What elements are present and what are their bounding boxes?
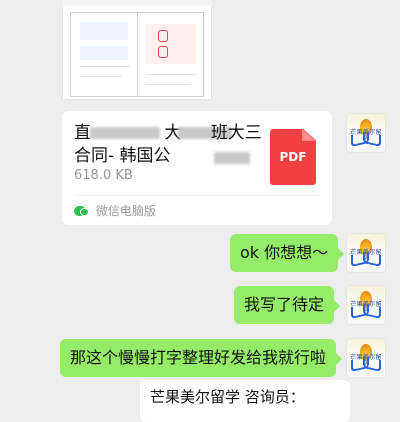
message-text: 芒果美尔留学 咨询员：: [150, 388, 305, 406]
book-right-icon: [363, 131, 381, 147]
thumbnail-line: [70, 96, 204, 97]
message-text: ok 你想想～: [240, 243, 329, 262]
chat-bubble-partial[interactable]: 芒果美尔留学 咨询员：: [140, 380, 350, 422]
pdf-file-message[interactable]: 直 大 班大三 合同- 韩国公 618.0 KB PDF 微信电脑版: [62, 111, 332, 225]
file-title-line1-part3: 班大三: [210, 123, 262, 143]
avatar[interactable]: 芒果美尔留学: [346, 113, 386, 153]
chat-bubble[interactable]: 那这个慢慢打字整理好发给我就行啦: [60, 339, 343, 377]
document-thumbnail[interactable]: [62, 0, 212, 100]
file-title-line1-part1: 直: [74, 123, 91, 143]
thumbnail-cell: [80, 22, 128, 40]
redaction-block: [214, 152, 250, 164]
chat-bubble[interactable]: ok 你想想～: [230, 234, 345, 272]
thumbnail-line: [80, 66, 130, 67]
thumbnail-line: [137, 12, 138, 96]
thumbnail-line: [146, 74, 196, 75]
thumbnail-line: [146, 84, 190, 85]
thumbnail-line: [70, 12, 71, 96]
thumbnail-cell: [146, 24, 196, 64]
file-source-label: 微信电脑版: [95, 204, 156, 218]
avatar[interactable]: 芒果美尔留学: [346, 338, 386, 378]
thumbnail-cell: [80, 46, 128, 60]
book-right-icon: [363, 356, 381, 372]
thumbnail-line: [80, 76, 122, 77]
thumbnail-mark: [158, 46, 168, 58]
file-card-divider: [74, 195, 320, 196]
file-title: 直 大 班大三 合同- 韩国公: [74, 122, 274, 168]
pdf-label: PDF: [279, 150, 307, 164]
file-title-line2-part2: 韩国公: [119, 146, 171, 166]
message-text: 我写了待定: [244, 295, 325, 314]
file-source: 微信电脑版: [74, 202, 156, 220]
avatar[interactable]: 芒果美尔留学: [346, 285, 386, 325]
thumbnail-header: [62, 0, 212, 6]
book-right-icon: [363, 251, 381, 267]
thumbnail-line: [203, 12, 204, 96]
wechat-pc-icon: [74, 206, 88, 216]
avatar[interactable]: 芒果美尔留学: [346, 233, 386, 273]
file-title-line2-part1: 合同-: [74, 146, 115, 166]
message-text: 那这个慢慢打字整理好发给我就行啦: [70, 348, 327, 367]
book-right-icon: [363, 303, 381, 319]
file-size: 618.0 KB: [74, 168, 133, 183]
pdf-file-icon: PDF: [270, 129, 316, 185]
thumbnail-mark: [158, 30, 168, 42]
redaction-block: [90, 127, 160, 139]
chat-bubble[interactable]: 我写了待定: [234, 286, 341, 324]
